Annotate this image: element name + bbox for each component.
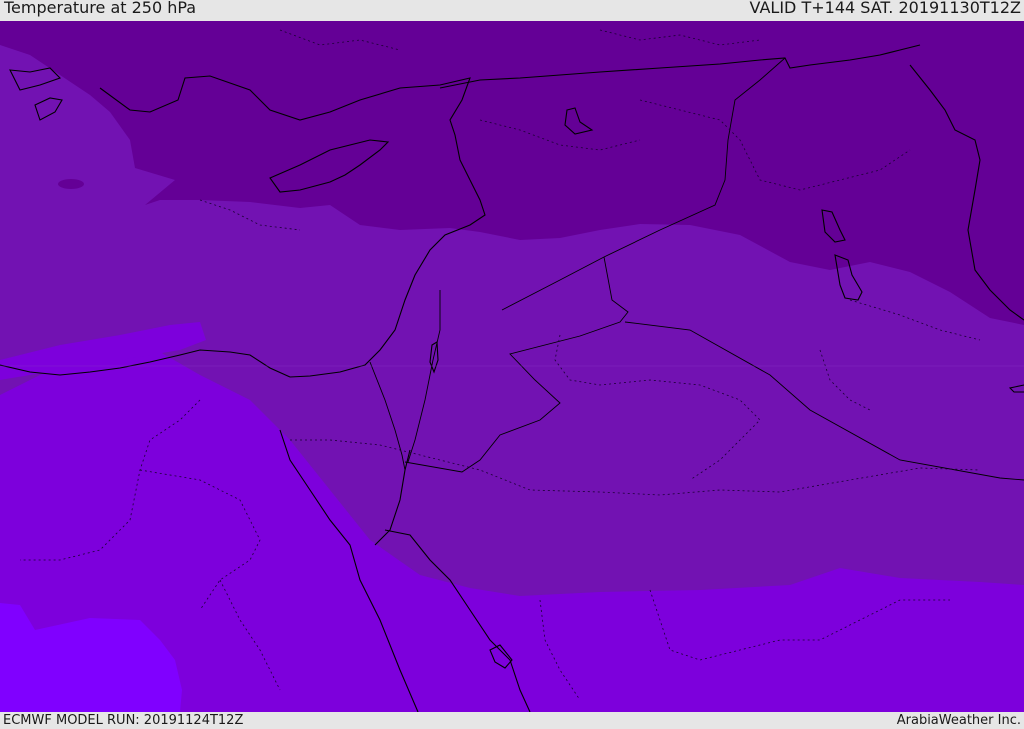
model-run-label: ECMWF MODEL RUN: 20191124T12Z: [3, 713, 244, 728]
credit-label: ArabiaWeather Inc.: [896, 713, 1021, 728]
cold-eddy: [58, 179, 84, 189]
footer-bar: ECMWF MODEL RUN: 20191124T12Z ArabiaWeat…: [0, 712, 1024, 729]
map-canvas: [0, 21, 1024, 712]
temperature-map-svg: [0, 21, 1024, 712]
header-bar: Temperature at 250 hPa VALID T+144 SAT. …: [0, 0, 1024, 21]
weather-map-frame: Temperature at 250 hPa VALID T+144 SAT. …: [0, 0, 1024, 729]
valid-time-label: VALID T+144 SAT. 20191130T12Z: [749, 0, 1021, 17]
map-title: Temperature at 250 hPa: [4, 0, 197, 17]
